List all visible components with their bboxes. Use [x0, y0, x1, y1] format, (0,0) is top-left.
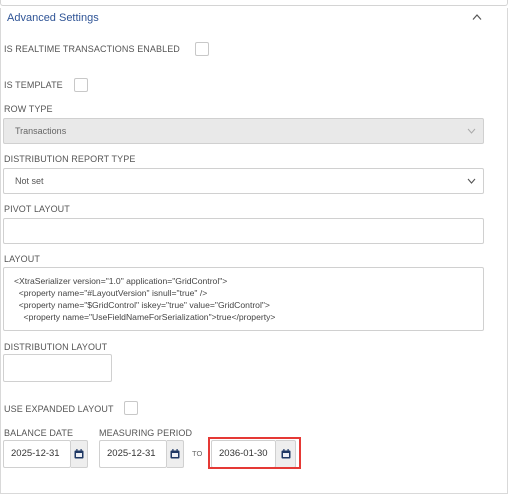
measuring-to-calendar-button[interactable]	[276, 440, 296, 468]
pivot-layout-label: PIVOT LAYOUT	[4, 204, 70, 214]
row-type-label: ROW TYPE	[4, 104, 53, 114]
chevron-up-icon[interactable]	[472, 13, 482, 21]
calendar-icon	[281, 449, 291, 459]
balance-date-label: BALANCE DATE	[4, 428, 74, 438]
measuring-period-label: MEASURING PERIOD	[99, 428, 193, 438]
realtime-checkbox[interactable]	[195, 42, 209, 56]
layout-textarea[interactable]: <XtraSerializer version="1.0" applicatio…	[3, 267, 484, 331]
measuring-to-input[interactable]: 2036-01-30	[211, 440, 276, 468]
distribution-report-type-label: DISTRIBUTION REPORT TYPE	[4, 154, 136, 164]
distribution-layout-input[interactable]	[3, 354, 112, 382]
row-type-value: Transactions	[15, 126, 67, 136]
distribution-report-type-value: Not set	[15, 176, 44, 186]
calendar-icon	[74, 449, 84, 459]
layout-label: LAYOUT	[4, 254, 40, 264]
measuring-from-calendar-button[interactable]	[167, 440, 184, 468]
calendar-icon	[170, 449, 180, 459]
expanded-layout-checkbox[interactable]	[124, 401, 138, 415]
chevron-down-icon	[467, 178, 476, 184]
template-label: IS TEMPLATE	[4, 80, 63, 90]
template-checkbox[interactable]	[74, 78, 88, 92]
balance-date-input[interactable]: 2025-12-31	[3, 440, 71, 468]
distribution-layout-label: DISTRIBUTION LAYOUT	[4, 342, 108, 352]
distribution-report-type-select[interactable]: Not set	[3, 168, 484, 194]
row-type-select[interactable]: Transactions	[3, 118, 484, 144]
expanded-layout-label: USE EXPANDED LAYOUT	[4, 404, 114, 414]
previous-section-edge	[0, 0, 508, 6]
balance-date-calendar-button[interactable]	[71, 440, 88, 468]
section-title[interactable]: Advanced Settings	[7, 12, 99, 24]
measuring-from-input[interactable]: 2025-12-31	[99, 440, 167, 468]
pivot-layout-input[interactable]	[3, 218, 484, 244]
to-separator: TO	[192, 449, 203, 458]
realtime-label: IS REALTIME TRANSACTIONS ENABLED	[4, 44, 180, 54]
chevron-down-icon	[467, 128, 476, 134]
